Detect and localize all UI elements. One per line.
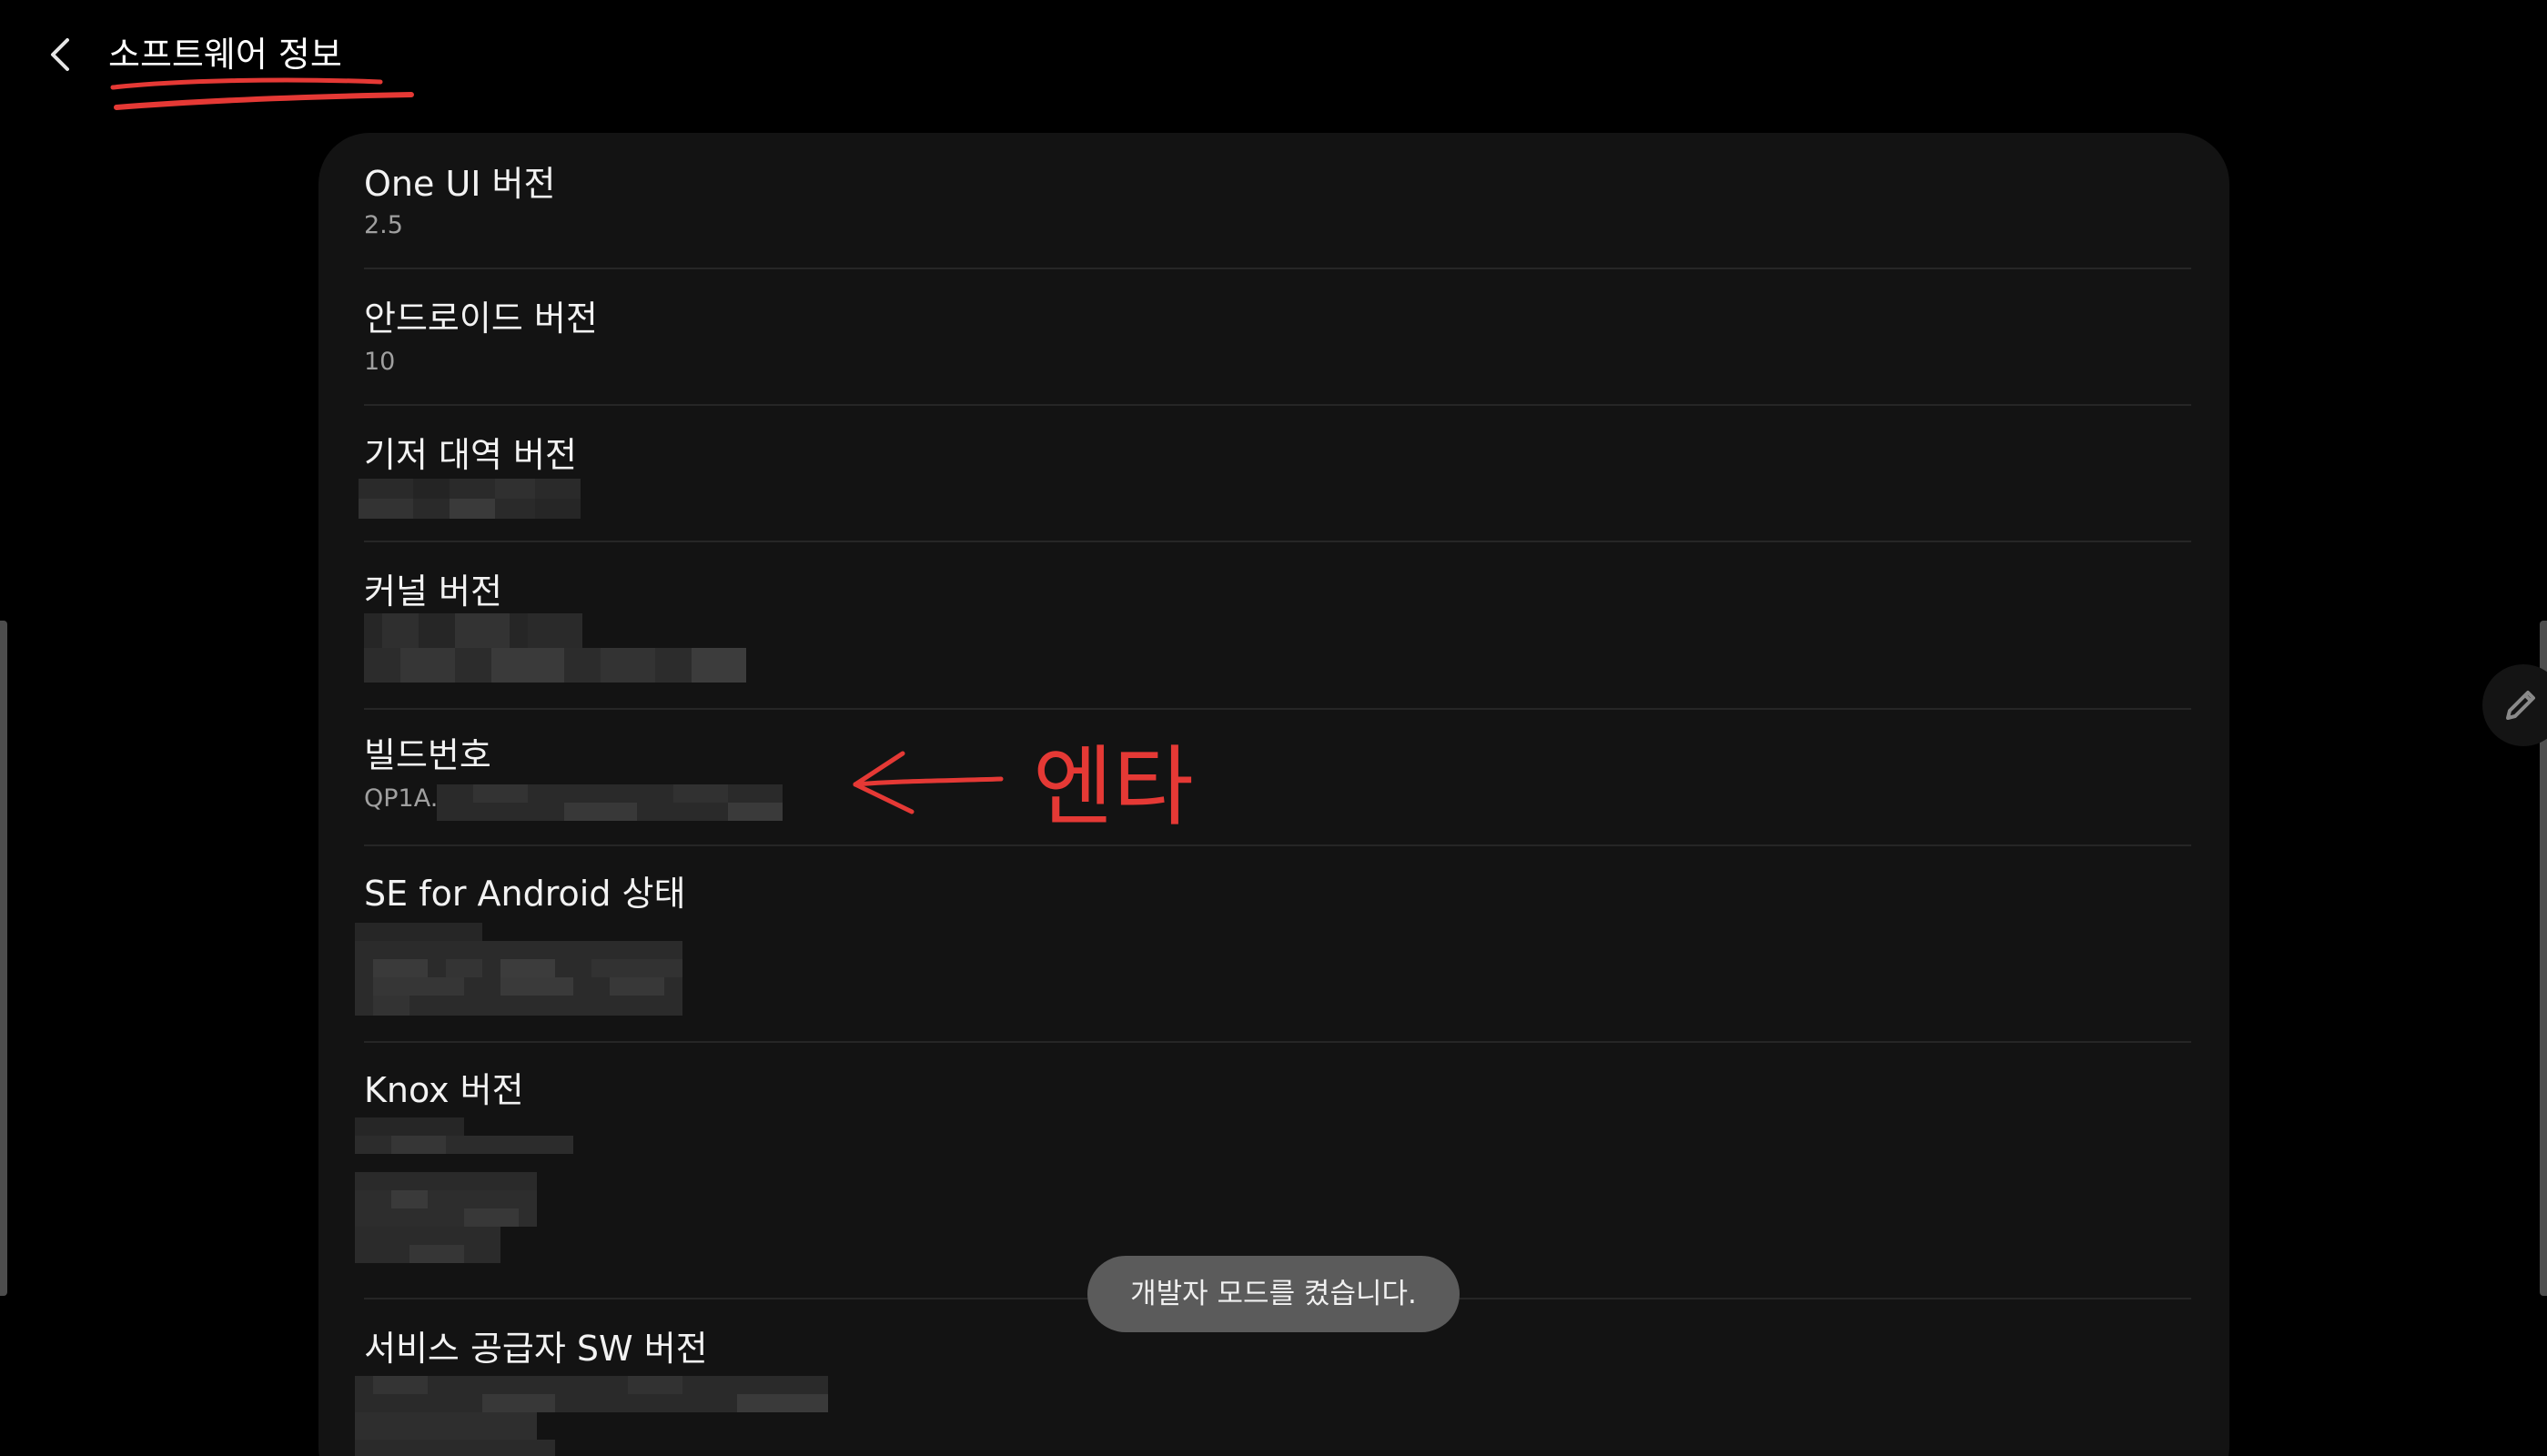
pencil-icon [2506, 691, 2535, 720]
red-underline-annotation [110, 77, 414, 110]
toast-message: 개발자 모드를 켰습니다. [1087, 1256, 1460, 1332]
left-edge-handle[interactable] [0, 621, 7, 1296]
pixelated-redaction [355, 1376, 828, 1456]
list-item-android-version[interactable]: 안드로이드 버전 10 [364, 269, 2191, 406]
row-title: 빌드번호 [364, 735, 491, 775]
row-title: Knox 버전 [364, 1070, 524, 1110]
pixelated-redaction [364, 613, 746, 682]
list-item-se-android-status[interactable]: SE for Android 상태 [355, 846, 2191, 1043]
list-item-kernel-version[interactable]: 커널 버전 [364, 542, 2191, 710]
row-title: SE for Android 상태 [364, 874, 686, 914]
pixelated-redaction [355, 1117, 573, 1263]
row-title: One UI 버전 [364, 164, 556, 204]
list-item-baseband-version[interactable]: 기저 대역 버전 [359, 406, 2191, 542]
row-value: QP1A. [364, 784, 439, 813]
back-button[interactable] [35, 27, 89, 82]
pixelated-redaction [437, 784, 783, 821]
row-value: 2.5 [364, 211, 403, 239]
page-title: 소프트웨어 정보 [108, 35, 342, 75]
pixelated-redaction [355, 923, 682, 1016]
pixelated-redaction [359, 479, 581, 519]
row-value: 10 [364, 348, 396, 376]
annotation-text: 엔타 [1033, 736, 1194, 838]
list-item-build-number[interactable]: 빌드번호 QP1A. [364, 710, 2191, 846]
app-bar: 소프트웨어 정보 [0, 0, 2547, 118]
list-item-one-ui-version[interactable]: One UI 버전 2.5 [364, 133, 2191, 269]
row-title: 안드로이드 버전 [364, 298, 598, 339]
row-title: 커널 버전 [364, 571, 502, 612]
row-title: 서비스 공급자 SW 버전 [364, 1329, 708, 1369]
software-info-screen: 소프트웨어 정보 One UI 버전 2.5 안드로이드 버전 10 기저 대역… [0, 0, 2547, 1456]
edit-button[interactable] [2482, 664, 2547, 746]
chevron-left-icon [51, 38, 69, 71]
handwritten-arrow-annotation: 엔타 [853, 736, 1194, 838]
row-title: 기저 대역 버전 [364, 435, 577, 475]
